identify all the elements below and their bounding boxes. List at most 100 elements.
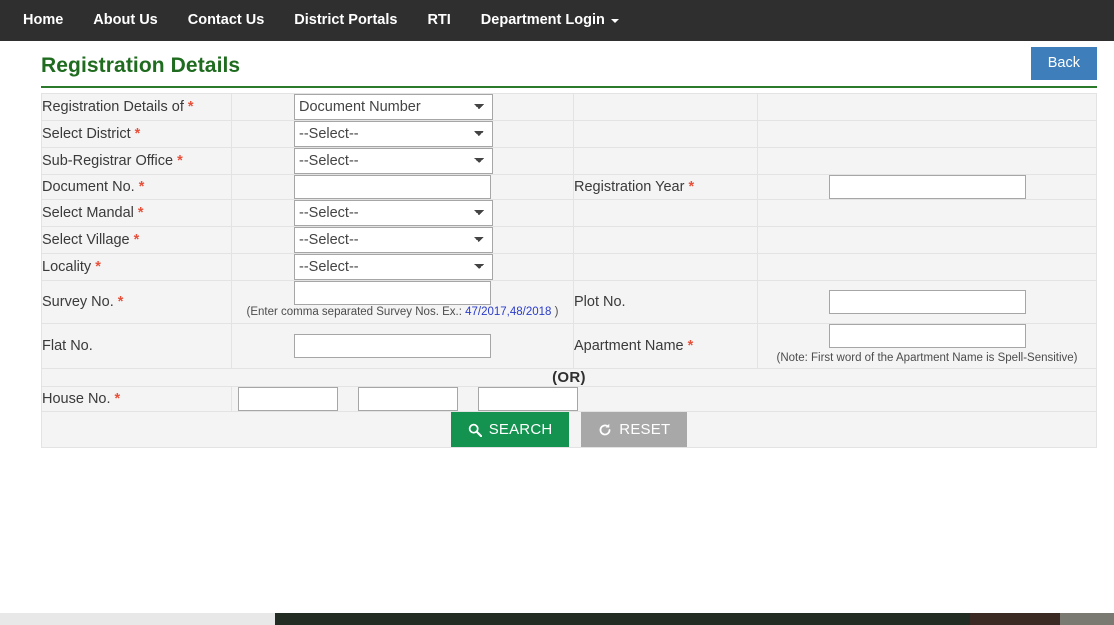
empty-cell	[757, 199, 1097, 227]
label-text: Apartment Name	[574, 338, 684, 354]
required-asterisk: *	[177, 153, 183, 169]
nav-label-about-us: About Us	[93, 12, 158, 28]
survey-no-hint: (Enter comma separated Survey Nos. Ex.: …	[232, 305, 573, 323]
field-locality: --Select--	[231, 253, 574, 281]
required-asterisk: *	[134, 126, 141, 142]
flat-no-input[interactable]	[294, 334, 491, 358]
field-apartment-name: (Note: First word of the Apartment Name …	[757, 323, 1097, 369]
required-asterisk: *	[114, 391, 121, 407]
hint-example: 47/2017,48/2018	[465, 306, 552, 318]
label-plot-no: Plot No.	[573, 280, 758, 324]
field-select-village: --Select--	[231, 226, 574, 254]
label-text: Registration Year	[574, 179, 685, 195]
empty-cell	[757, 120, 1097, 148]
registration-form: Registration Details of * Document Numbe…	[41, 93, 1097, 448]
field-registration-details-of: Document Number	[231, 93, 574, 121]
search-button[interactable]: SEARCH	[450, 412, 570, 447]
label-text: Sub-Registrar Office	[42, 153, 174, 169]
sub-registrar-office-dropdown[interactable]: --Select--	[294, 148, 493, 174]
or-separator-label: (OR)	[41, 368, 1097, 387]
label-text: House No.	[42, 391, 111, 407]
registration-details-of-select[interactable]: Document Number	[294, 94, 493, 120]
hint-suffix: )	[551, 306, 559, 318]
nav-item-about-us[interactable]: About Us	[78, 0, 172, 41]
required-asterisk: *	[133, 232, 140, 248]
table-row-select-mandal: Select Mandal * --Select--	[41, 199, 1097, 227]
select-district-dropdown[interactable]: --Select--	[294, 121, 493, 147]
empty-cell	[757, 147, 1097, 175]
required-asterisk: *	[117, 294, 124, 310]
label-registration-year: Registration Year *	[573, 174, 758, 200]
reset-icon	[598, 423, 612, 437]
nav-item-home[interactable]: Home	[8, 0, 78, 41]
required-asterisk: *	[138, 179, 145, 195]
table-row-locality: Locality * --Select--	[41, 253, 1097, 281]
label-sub-registrar-office: Sub-Registrar Office *	[41, 147, 232, 175]
form-actions: SEARCH RESET	[41, 411, 1097, 448]
hint-prefix: (Enter comma separated Survey Nos. Ex.:	[246, 306, 466, 318]
select-mandal-dropdown[interactable]: --Select--	[294, 200, 493, 226]
table-row-survey-no: Survey No. * (Enter comma separated Surv…	[41, 280, 1097, 324]
field-sub-registrar-office: --Select--	[231, 147, 574, 175]
taskbar-left-segment	[0, 613, 275, 625]
empty-cell	[757, 226, 1097, 254]
label-text: Locality	[42, 259, 92, 275]
empty-cell	[573, 120, 758, 148]
nav-label-contact-us: Contact Us	[187, 12, 265, 28]
reset-button[interactable]: RESET	[581, 412, 688, 447]
nav-label-department-login: Department Login	[480, 12, 605, 28]
field-survey-no: (Enter comma separated Survey Nos. Ex.: …	[231, 280, 574, 324]
apartment-name-input[interactable]	[829, 324, 1026, 348]
back-button[interactable]: Back	[1030, 47, 1097, 81]
taskbar-segment-gray	[1060, 613, 1114, 625]
nav-label-rti: RTI	[427, 12, 451, 28]
label-text: Select Village	[42, 232, 130, 248]
label-text: Flat No.	[42, 338, 93, 354]
empty-cell	[573, 253, 758, 281]
survey-no-input[interactable]	[294, 281, 491, 305]
label-text: Survey No.	[42, 294, 114, 310]
desktop-taskbar	[0, 613, 1114, 625]
nav-item-district-portals[interactable]: District Portals	[279, 0, 412, 41]
select-village-dropdown[interactable]: --Select--	[294, 227, 493, 253]
document-no-input[interactable]	[294, 175, 491, 199]
registration-details-table: Registration Details of * Document Numbe…	[41, 93, 1097, 448]
table-row-flat-no: Flat No. Apartment Name * (Note: First w…	[41, 323, 1097, 369]
label-apartment-name: Apartment Name *	[573, 323, 758, 369]
label-text: Registration Details of	[42, 99, 184, 115]
empty-cell	[573, 226, 758, 254]
field-house-no	[231, 386, 1097, 412]
nav-item-contact-us[interactable]: Contact Us	[173, 0, 280, 41]
registration-year-input[interactable]	[829, 175, 1026, 199]
nav-item-rti[interactable]: RTI	[412, 0, 465, 41]
empty-cell	[757, 253, 1097, 281]
taskbar-middle-segment	[275, 613, 1060, 625]
label-select-village: Select Village *	[41, 226, 232, 254]
chevron-down-icon	[610, 18, 619, 23]
empty-cell	[757, 93, 1097, 121]
required-asterisk: *	[137, 205, 144, 221]
label-select-mandal: Select Mandal *	[41, 199, 232, 227]
required-asterisk: *	[688, 179, 695, 195]
label-select-district: Select District *	[41, 120, 232, 148]
search-button-label: SEARCH	[488, 421, 553, 438]
apartment-name-note: (Note: First word of the Apartment Name …	[776, 352, 1078, 364]
house-no-input-1[interactable]	[238, 387, 338, 411]
plot-no-input[interactable]	[829, 290, 1026, 314]
field-flat-no	[231, 323, 574, 369]
page-title: Registration Details	[41, 54, 241, 77]
reset-button-label: RESET	[619, 421, 671, 438]
page-header: Registration Details Back	[41, 41, 1097, 88]
table-row-actions: SEARCH RESET	[41, 411, 1097, 448]
label-text: Select District	[42, 126, 131, 142]
field-select-mandal: --Select--	[231, 199, 574, 227]
nav-item-department-login[interactable]: Department Login	[466, 0, 634, 41]
title-divider	[41, 86, 1097, 88]
field-registration-year	[757, 174, 1097, 200]
nav-label-home: Home	[23, 12, 64, 28]
house-no-input-3[interactable]	[478, 387, 578, 411]
house-no-input-2[interactable]	[358, 387, 458, 411]
label-survey-no: Survey No. *	[41, 280, 232, 324]
main-navbar: Home About Us Contact Us District Portal…	[0, 0, 1114, 41]
locality-dropdown[interactable]: --Select--	[294, 254, 493, 280]
